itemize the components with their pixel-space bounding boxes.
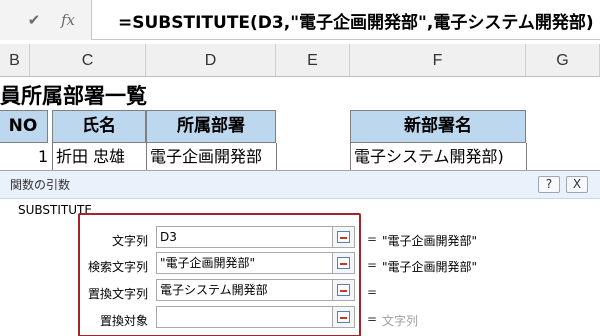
sheet-title[interactable]: 員所属部署一覧 <box>0 80 147 110</box>
arg-result: 文字列 <box>382 314 419 328</box>
column-header-g[interactable]: G <box>526 44 600 77</box>
formula-bar: ✔ fx =SUBSTITUTE(D3,"電子企画開発部",電子システム開発部) <box>0 0 600 40</box>
grid-line <box>350 143 351 171</box>
arg-label-old-text: 検索文字列 <box>87 260 148 274</box>
grid-line <box>526 143 527 171</box>
equals-sign: = <box>367 232 378 246</box>
formula-input[interactable]: =SUBSTITUTE(D3,"電子企画開発部",電子システム開発部) <box>118 8 594 33</box>
grid-line <box>146 143 147 171</box>
arg-label-instance: 置換対象 <box>99 314 148 328</box>
row1-new-dept[interactable]: 電子システム開発部) <box>354 145 504 169</box>
range-select-button[interactable] <box>333 226 355 248</box>
range-select-icon <box>337 284 350 296</box>
row1-no[interactable]: 1 <box>38 145 48 169</box>
range-select-button[interactable] <box>333 279 355 301</box>
dialog-titlebar[interactable]: 関数の引数 ? X <box>0 171 600 199</box>
header-dept[interactable]: 所属部署 <box>146 110 276 143</box>
column-header-b[interactable]: B <box>0 44 30 77</box>
header-name[interactable]: 氏名 <box>52 110 146 143</box>
text-field[interactable]: D3 <box>156 226 333 248</box>
range-select-icon <box>337 257 350 269</box>
equals-sign: = <box>367 258 378 272</box>
close-button[interactable]: X <box>566 176 588 193</box>
equals-sign: = <box>367 312 378 326</box>
arg-result: "電子企画開発部" <box>382 234 478 248</box>
old-text-field[interactable]: "電子企画開発部" <box>156 252 333 274</box>
dialog-title: 関数の引数 <box>10 178 71 192</box>
row1-name[interactable]: 折田 忠雄 <box>56 145 125 169</box>
equals-sign: = <box>367 285 378 299</box>
header-new-dept[interactable]: 新部署名 <box>350 110 526 143</box>
instance-num-field[interactable] <box>156 306 333 328</box>
range-select-button[interactable] <box>333 252 355 274</box>
column-header-f[interactable]: F <box>350 44 526 77</box>
column-header-e[interactable]: E <box>276 44 350 77</box>
column-header-c[interactable]: C <box>30 44 146 77</box>
column-header-d[interactable]: D <box>146 44 276 77</box>
formula-bar-controls: ✔ fx <box>0 0 92 40</box>
header-no[interactable]: NO <box>0 110 48 143</box>
arg-result: "電子企画開発部" <box>382 260 478 274</box>
range-select-icon <box>337 231 350 243</box>
arg-label-text: 文字列 <box>111 234 148 248</box>
arg-label-new-text: 置換文字列 <box>87 287 148 301</box>
function-arguments-dialog: 関数の引数 ? X SUBSTITUTE 文字列 D3 = "電子企画開発部" … <box>0 170 600 336</box>
new-text-field[interactable]: 電子システム開発部 <box>156 279 333 301</box>
row1-dept[interactable]: 電子企画開発部 <box>150 145 262 169</box>
fx-icon[interactable]: fx <box>56 8 80 32</box>
confirm-icon[interactable]: ✔ <box>22 8 46 32</box>
range-select-button[interactable] <box>333 306 355 328</box>
grid-line <box>276 143 277 171</box>
help-button[interactable]: ? <box>538 176 560 193</box>
range-select-icon <box>337 311 350 323</box>
grid-line <box>52 143 53 171</box>
